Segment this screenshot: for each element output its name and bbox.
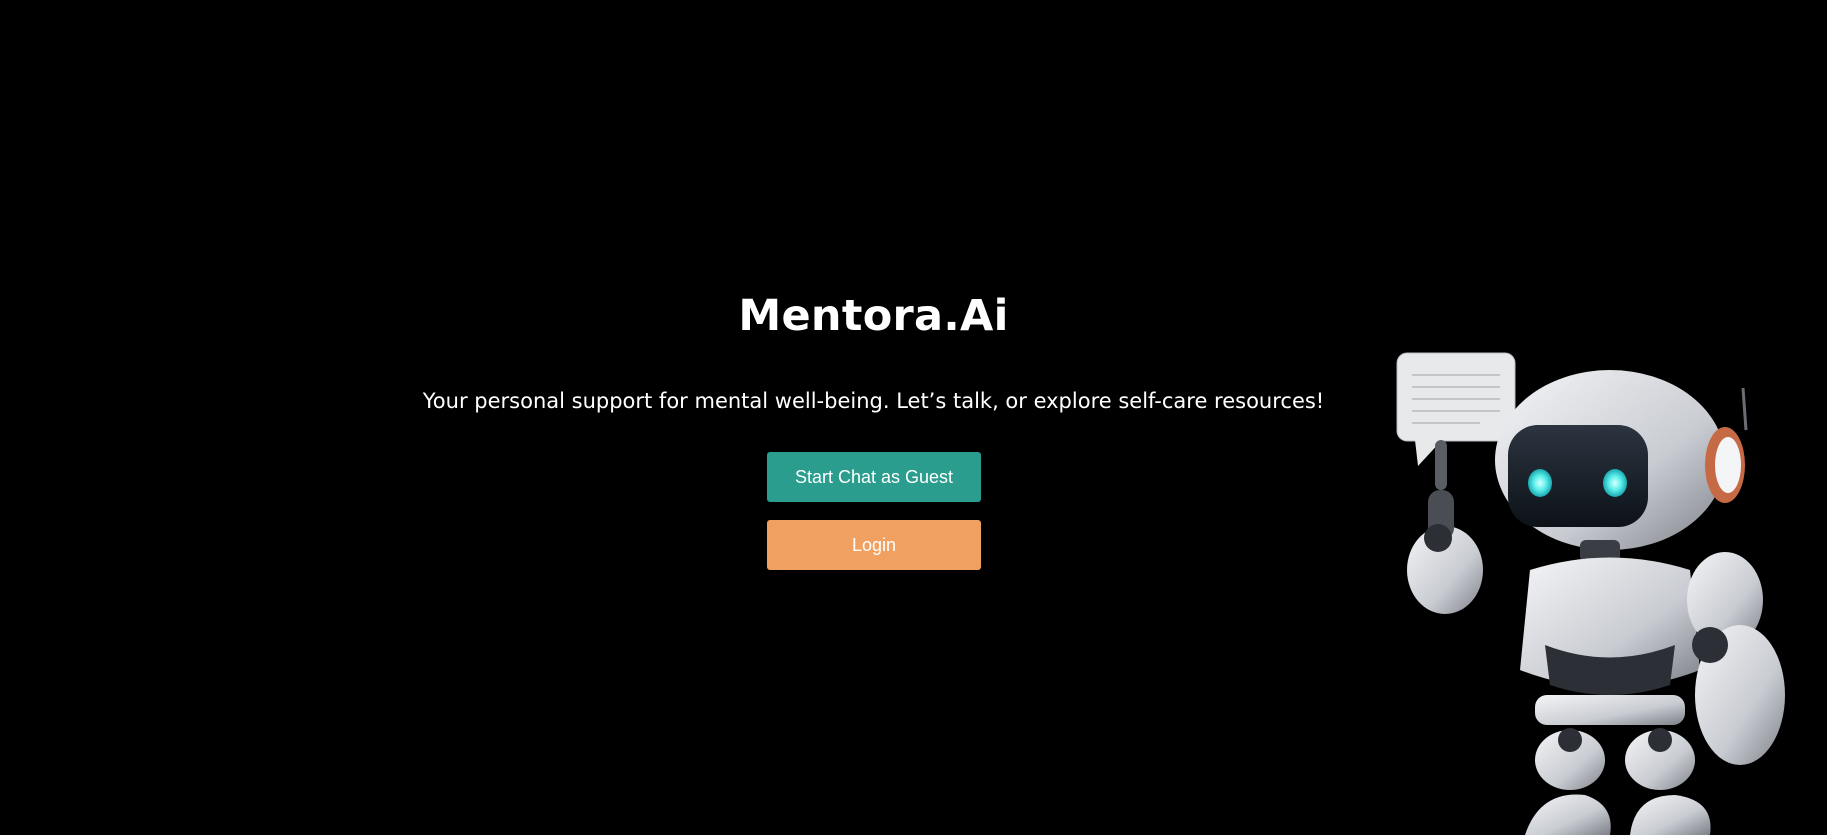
start-chat-guest-button[interactable]: Start Chat as Guest [767, 452, 981, 502]
robot-illustration [1396, 352, 1785, 835]
login-button[interactable]: Login [767, 520, 981, 570]
app-title: Mentora.Ai [738, 291, 1009, 341]
